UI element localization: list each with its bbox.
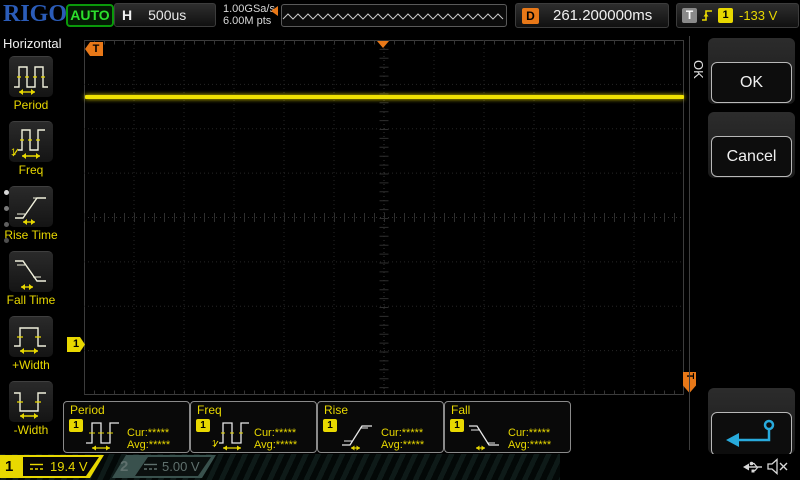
sidebar-item-minus-width[interactable] [9,381,53,422]
return-arrow-icon [723,418,781,450]
delay-box[interactable]: D 261.200000ms [515,3,669,28]
sample-rate: 1.00GSa/s [223,3,275,15]
page-dot-3 [4,222,9,227]
sidebar-item-plus-width-label: +Width [0,358,62,372]
sidebar-item-rise-time[interactable] [9,186,53,227]
acquisition-info: 1.00GSa/s 6.00M pts [223,3,275,27]
run-status-badge: AUTO [66,4,114,27]
waveform-display-area [84,40,684,395]
freq-glyph-icon: 1 [211,415,253,451]
memory-position-arrow-icon [271,6,278,16]
ok-button[interactable]: OK [711,62,792,103]
timebase-box[interactable]: H 500us [114,3,216,27]
cancel-button[interactable]: Cancel [711,136,792,177]
plus-width-icon [9,317,53,357]
channel1-number: 1 [5,457,13,476]
sidebar-item-period-label: Period [0,98,62,112]
measurement-box-fall[interactable]: Fall 1 Cur:*****Avg:***** Max:*****Min:*… [444,401,571,453]
channel2-number: 2 [120,457,128,476]
back-button[interactable] [711,412,792,456]
sidebar-item-rise-time-label: Rise Time [0,228,62,242]
menu-title: Horizontal [3,36,62,51]
measurement-box-period[interactable]: Period 1 Cur:*****Avg:***** Max:*****Min… [63,401,190,453]
sidebar-item-fall-time-label: Fall Time [0,293,62,307]
measurement-box-freq[interactable]: Freq 1 1 Cur:*****Avg:***** Max:*****Min… [190,401,317,453]
status-bar: 1 19.4 V 2 5.00 V [0,454,800,480]
page-dot-1 [4,190,9,195]
oscilloscope-screen: RIGOL AUTO H 500us 1.00GSa/s 6.00M pts D… [0,0,800,480]
minus-width-icon [9,382,53,422]
timebase-value: 500us [148,7,186,23]
channel1-status[interactable]: 1 19.4 V [0,455,106,478]
page-dot-4 [4,238,9,243]
memory-depth: 6.00M pts [223,15,275,27]
cancel-softkey-group: Cancel [708,112,795,178]
trigger-slope-icon [701,8,714,23]
trigger-level-value: -133 V [739,8,777,23]
preview-wave-icon [282,5,504,24]
sidebar-item-freq[interactable]: 1 [9,121,53,162]
rise-glyph-icon [338,415,380,451]
delay-badge: D [522,8,539,24]
measurement-channel-badge: 1 [450,419,464,432]
period-glyph-icon [84,415,126,451]
channel2-scale: 5.00 V [162,459,200,474]
trigger-label: T [682,8,697,23]
timebase-label: H [122,7,132,23]
sidebar-item-fall-time[interactable] [9,251,53,292]
channel1-ground-marker[interactable]: 1 [67,337,85,352]
ok-softkey-group: OK [708,38,795,104]
channel2-status[interactable]: 2 5.00 V [112,455,218,478]
fall-glyph-icon [465,415,507,451]
freq-icon: 1 [9,122,53,162]
channel1-scale: 19.4 V [50,459,88,474]
measurement-channel-badge: 1 [196,419,210,432]
sidebar-item-freq-label: Freq [0,163,62,177]
period-icon [9,57,53,97]
waveform-memory-preview[interactable] [281,4,507,27]
speaker-muted-icon [766,458,790,475]
usb-icon [742,460,764,474]
horizontal-reference-icon[interactable] [377,41,389,48]
page-dot-2 [4,206,9,211]
channel1-waveform-trace [85,95,684,99]
fall-time-icon [9,252,53,292]
trigger-box[interactable]: T 1 -133 V [676,3,799,28]
grid [84,40,684,395]
channel1-coupling-icon [30,462,43,472]
channel2-coupling-icon [144,462,157,472]
menu-divider [689,36,690,450]
measurement-channel-badge: 1 [69,419,83,432]
back-softkey-group [708,388,795,454]
sidebar-item-minus-width-label: -Width [0,423,62,437]
measurement-channel-badge: 1 [323,419,337,432]
menu-side-label: OK [691,60,706,79]
sidebar-item-period[interactable] [9,56,53,97]
sidebar-item-plus-width[interactable] [9,316,53,357]
delay-value: 261.200000ms [553,7,652,24]
trigger-source-badge: 1 [718,8,733,23]
measurement-box-rise[interactable]: Rise 1 Cur:*****Avg:***** Max:*****Min:*… [317,401,444,453]
rise-time-icon [9,187,53,227]
